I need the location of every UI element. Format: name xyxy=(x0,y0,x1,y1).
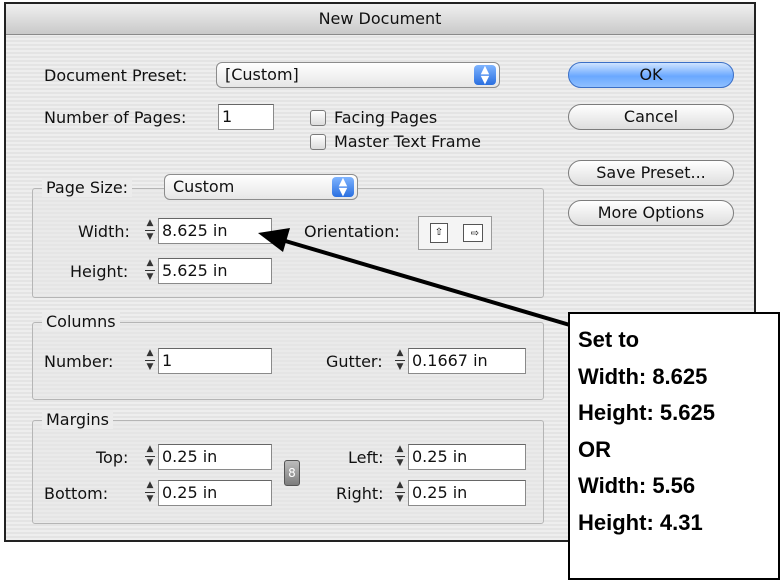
annotation-line: Width: 5.56 xyxy=(578,473,696,498)
annotation-line: Set to xyxy=(578,327,640,352)
annotation-line: OR xyxy=(578,436,611,462)
annotation-line: Width: 8.625 xyxy=(578,363,708,389)
annotation-note: Set to Width: 8.625 Height: 5.625 OR Wid… xyxy=(568,312,780,580)
screenshot-root: New Document Document Preset: [Custom] ▲… xyxy=(0,0,784,582)
annotation-line: Height: 4.31 xyxy=(578,509,703,535)
annotation-line: Height: 5.625 xyxy=(578,400,715,425)
